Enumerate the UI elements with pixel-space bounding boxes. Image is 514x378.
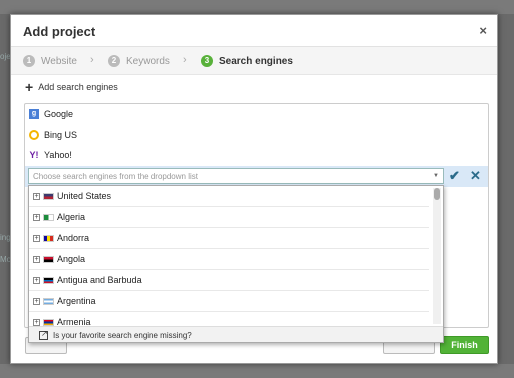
chevron-right-icon: › [183, 54, 187, 66]
engine-name: Google [44, 109, 74, 119]
plus-icon: + [25, 79, 34, 95]
engine-select-row: Choose search engines from the dropdown … [25, 166, 488, 187]
yahoo-icon: Y! [29, 150, 39, 160]
engine-name: Bing US [44, 130, 78, 140]
wizard-steps: 1 Website › 2 Keywords › 3 Search engine… [11, 47, 497, 75]
engine-dropdown: + United States + Algeria + Andorra + An… [28, 185, 444, 343]
google-icon: g [29, 109, 39, 119]
chevron-right-icon: › [90, 54, 94, 66]
external-link-icon [39, 329, 48, 340]
engine-item-bing: Bing US [29, 130, 77, 140]
step-number: 1 [23, 55, 35, 67]
confirm-button[interactable]: ✔ [449, 168, 460, 184]
bing-icon [29, 130, 39, 140]
list-item[interactable]: + Armenia [29, 312, 429, 326]
flag-icon [43, 234, 54, 242]
expand-icon[interactable]: + [33, 276, 40, 284]
step-number: 3 [201, 55, 213, 67]
flag-icon [43, 297, 54, 305]
cancel-selection-button[interactable]: ✕ [470, 168, 481, 184]
flag-icon [43, 213, 54, 221]
scroll-thumb[interactable] [434, 188, 440, 200]
flag-icon [43, 318, 54, 326]
list-item[interactable]: + Angola [29, 249, 429, 270]
country-name: Andorra [57, 233, 90, 243]
flag-icon [43, 276, 54, 284]
expand-icon[interactable]: + [33, 192, 40, 200]
expand-icon[interactable]: + [33, 234, 40, 242]
finish-button[interactable]: Finish [440, 336, 489, 354]
flag-icon [43, 192, 54, 200]
list-item[interactable]: + Argentina [29, 291, 429, 312]
expand-icon[interactable]: + [33, 255, 40, 263]
expand-icon[interactable]: + [33, 213, 40, 221]
engine-item-yahoo: Y! Yahoo! [29, 150, 72, 160]
add-search-engines-label: Add search engines [38, 82, 118, 92]
list-item[interactable]: + United States [29, 186, 429, 207]
missing-engine-link[interactable]: Is your favorite search engine missing? [29, 326, 443, 342]
dialog-title: Add project [23, 24, 96, 39]
list-item[interactable]: + Antigua and Barbuda [29, 270, 429, 291]
engine-item-google: g Google [29, 109, 73, 119]
dialog-header: Add project × [11, 15, 497, 47]
country-name: Antigua and Barbuda [57, 275, 142, 285]
expand-icon[interactable]: + [33, 297, 40, 305]
country-name: Armenia [57, 317, 91, 326]
country-list: + United States + Algeria + Andorra + An… [29, 186, 429, 326]
engine-select[interactable]: Choose search engines from the dropdown … [28, 168, 444, 184]
flag-icon [43, 255, 54, 263]
step-label: Keywords [126, 55, 170, 67]
step-number: 2 [108, 55, 120, 67]
caret-down-icon: ▼ [433, 173, 439, 179]
step-search-engines[interactable]: 3 Search engines [201, 55, 293, 67]
expand-icon[interactable]: + [33, 318, 40, 326]
missing-engine-label: Is your favorite search engine missing? [53, 331, 192, 340]
step-label: Website [41, 55, 77, 67]
country-name: United States [57, 191, 112, 201]
step-keywords[interactable]: 2 Keywords [108, 55, 170, 67]
country-name: Algeria [57, 212, 86, 222]
dropdown-scrollbar[interactable] [433, 188, 441, 324]
engine-name: Yahoo! [44, 150, 72, 160]
list-item[interactable]: + Andorra [29, 228, 429, 249]
step-website[interactable]: 1 Website [23, 55, 77, 67]
add-search-engines-link[interactable]: + Add search engines [25, 79, 118, 95]
close-icon[interactable]: × [479, 23, 487, 38]
step-label: Search engines [219, 55, 293, 67]
engine-select-placeholder: Choose search engines from the dropdown … [33, 172, 198, 181]
country-name: Argentina [57, 296, 96, 306]
country-name: Angola [57, 254, 86, 264]
list-item[interactable]: + Algeria [29, 207, 429, 228]
